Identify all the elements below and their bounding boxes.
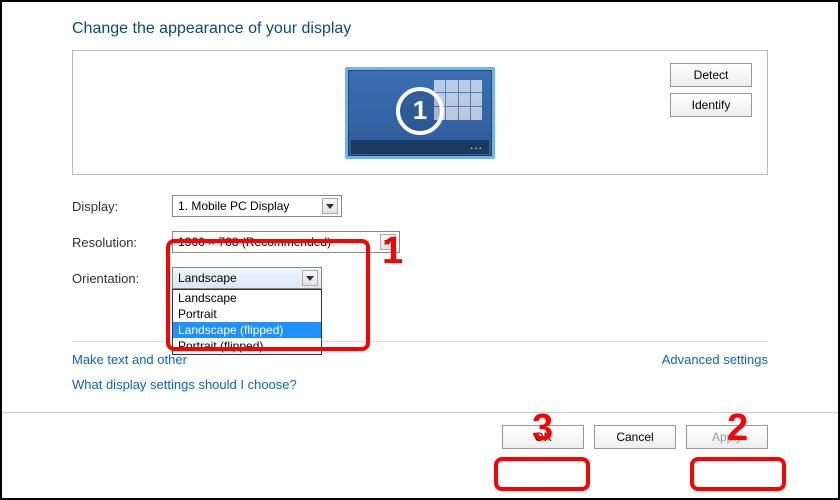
apply-button[interactable]: Apply — [686, 425, 768, 449]
orientation-option[interactable]: Portrait — [173, 306, 321, 322]
cancel-button[interactable]: Cancel — [594, 425, 676, 449]
help-link[interactable]: What display settings should I choose? — [72, 377, 297, 392]
display-preview-box: 1 Detect Identify — [72, 50, 768, 175]
resolution-label: Resolution: — [72, 235, 172, 250]
page-title: Change the appearance of your display — [72, 20, 768, 38]
advanced-settings-link[interactable]: Advanced settings — [662, 352, 768, 367]
display-select[interactable]: 1. Mobile PC Display — [172, 195, 342, 217]
chevron-down-icon — [380, 234, 396, 250]
monitor-thumbnail[interactable]: 1 — [345, 67, 495, 159]
orientation-option[interactable]: Landscape — [173, 290, 321, 306]
ok-button[interactable]: OK — [502, 425, 584, 449]
display-select-value: 1. Mobile PC Display — [178, 199, 289, 213]
display-label: Display: — [72, 199, 172, 214]
orientation-dropdown[interactable]: LandscapePortraitLandscape (flipped)Port… — [172, 289, 322, 355]
chevron-down-icon — [302, 270, 318, 286]
orientation-label: Orientation: — [72, 271, 172, 286]
resolution-select-value: 1366 × 768 (Recommended) — [178, 235, 331, 249]
orientation-select-value: Landscape — [178, 271, 237, 285]
annotation-box-apply — [690, 457, 786, 491]
monitor-number-badge: 1 — [396, 87, 444, 135]
annotation-box-ok — [494, 457, 590, 491]
make-text-link[interactable]: Make text and other — [72, 352, 187, 367]
identify-button[interactable]: Identify — [670, 93, 752, 117]
monitor-taskbar-icon — [351, 140, 489, 154]
orientation-select[interactable]: Landscape — [172, 267, 322, 289]
orientation-option[interactable]: Landscape (flipped) — [173, 322, 321, 338]
chevron-down-icon — [322, 198, 338, 214]
orientation-option[interactable]: Portrait (flipped) — [173, 338, 321, 354]
detect-button[interactable]: Detect — [670, 63, 752, 87]
resolution-select[interactable]: 1366 × 768 (Recommended) — [172, 231, 400, 253]
